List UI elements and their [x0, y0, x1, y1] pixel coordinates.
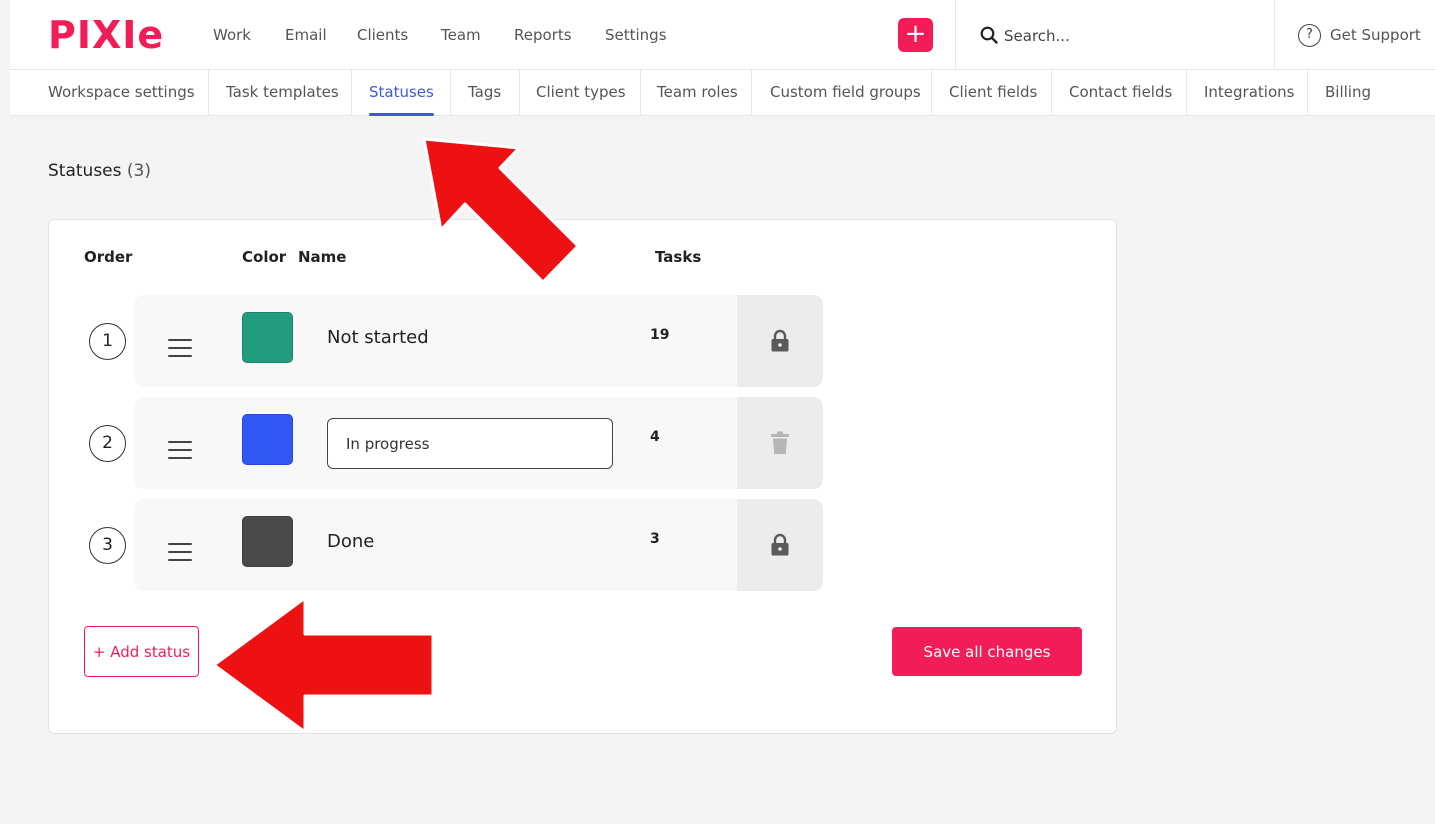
- tab-divider: [931, 70, 932, 116]
- tab-divider: [519, 70, 520, 116]
- tab-divider: [1051, 70, 1052, 116]
- column-header-name: Name: [298, 248, 347, 266]
- nav-reports[interactable]: Reports: [514, 25, 572, 45]
- tab-divider: [1307, 70, 1308, 116]
- order-number: 1: [89, 323, 126, 360]
- page-title: Statuses (3): [48, 161, 151, 181]
- tab-custom-field-groups[interactable]: Custom field groups: [770, 70, 921, 116]
- order-number: 3: [89, 527, 126, 564]
- status-row: Done 3: [134, 499, 823, 591]
- drag-handle-icon[interactable]: [168, 543, 192, 561]
- color-swatch[interactable]: [242, 312, 293, 363]
- tab-integrations[interactable]: Integrations: [1204, 70, 1294, 116]
- add-status-button[interactable]: + Add status: [84, 626, 199, 677]
- tab-divider: [1186, 70, 1187, 116]
- row-action-cell: [737, 295, 823, 387]
- drag-handle-icon[interactable]: [168, 339, 192, 357]
- drag-handle-icon[interactable]: [168, 441, 192, 459]
- status-name-input[interactable]: [327, 418, 613, 469]
- tab-contact-fields[interactable]: Contact fields: [1069, 70, 1172, 116]
- page-title-text: Statuses: [48, 161, 122, 181]
- tab-divider: [208, 70, 209, 116]
- color-swatch[interactable]: [242, 414, 293, 465]
- pixie-logo[interactable]: PIXIe: [48, 14, 164, 56]
- save-all-changes-button[interactable]: Save all changes: [892, 627, 1082, 676]
- quick-add-button[interactable]: +: [898, 18, 933, 52]
- lock-icon: [771, 329, 789, 352]
- tab-tags[interactable]: Tags: [468, 70, 501, 116]
- status-name[interactable]: Not started: [327, 327, 429, 348]
- tab-divider: [351, 70, 352, 116]
- lock-icon: [771, 533, 789, 556]
- color-swatch[interactable]: [242, 516, 293, 567]
- task-count: 3: [650, 531, 660, 547]
- nav-work[interactable]: Work: [213, 25, 251, 45]
- column-header-order: Order: [84, 248, 133, 266]
- tab-team-roles[interactable]: Team roles: [657, 70, 738, 116]
- support-label: Get Support: [1330, 26, 1421, 44]
- trash-icon[interactable]: [770, 431, 790, 455]
- task-count: 4: [650, 429, 660, 445]
- tab-client-types[interactable]: Client types: [536, 70, 626, 116]
- tab-divider: [751, 70, 752, 116]
- search-box: [955, 0, 1275, 70]
- tab-billing[interactable]: Billing: [1325, 70, 1371, 116]
- row-action-cell: [737, 397, 823, 489]
- tab-divider: [640, 70, 641, 116]
- nav-email[interactable]: Email: [285, 25, 327, 45]
- tab-workspace-settings[interactable]: Workspace settings: [48, 70, 195, 116]
- task-count: 19: [650, 327, 670, 343]
- top-navbar: PIXIe Work Email Clients Team Reports Se…: [10, 0, 1435, 70]
- status-count: (3): [126, 161, 151, 181]
- search-icon: [980, 26, 998, 44]
- order-number: 2: [89, 425, 126, 462]
- row-action-cell: [737, 499, 823, 591]
- status-name[interactable]: Done: [327, 531, 374, 552]
- get-support-button[interactable]: ? Get Support: [1298, 22, 1421, 48]
- tab-client-fields[interactable]: Client fields: [949, 70, 1037, 116]
- tab-divider: [450, 70, 451, 116]
- search-input[interactable]: [1004, 22, 1244, 50]
- help-circle-icon: ?: [1298, 23, 1321, 47]
- settings-tabs: Workspace settings Task templates Status…: [10, 70, 1435, 116]
- tab-task-templates[interactable]: Task templates: [226, 70, 339, 116]
- nav-settings[interactable]: Settings: [605, 25, 667, 45]
- column-header-tasks: Tasks: [655, 248, 702, 266]
- status-row: 4: [134, 397, 823, 489]
- status-row: Not started 19: [134, 295, 823, 387]
- tab-statuses[interactable]: Statuses: [369, 70, 434, 116]
- column-header-color: Color: [242, 248, 287, 266]
- nav-clients[interactable]: Clients: [357, 25, 408, 45]
- nav-team[interactable]: Team: [441, 25, 481, 45]
